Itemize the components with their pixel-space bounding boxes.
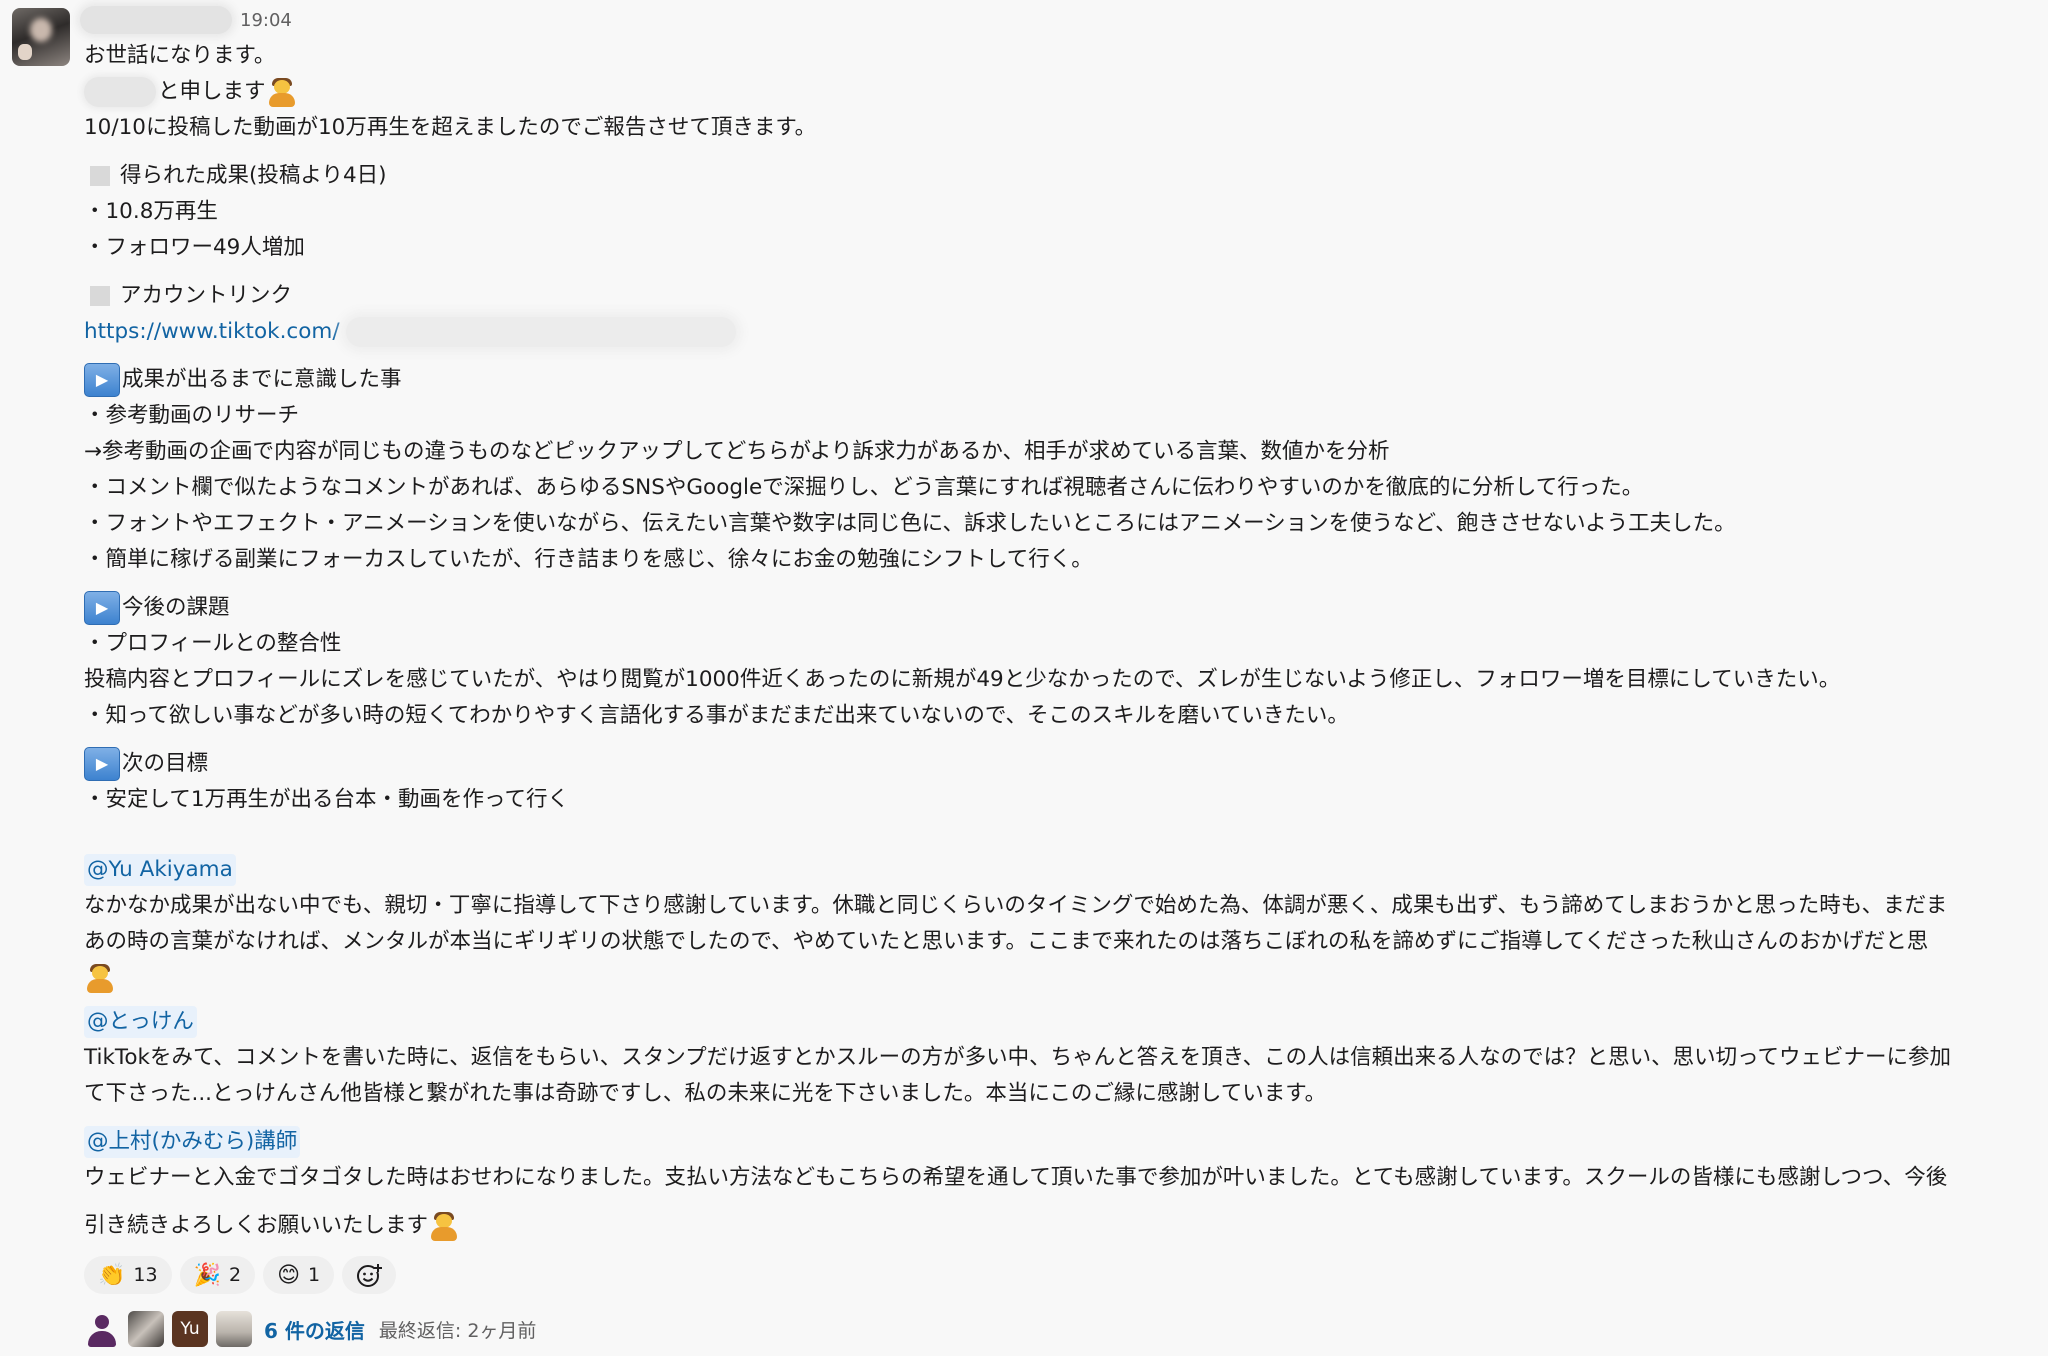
- message: 19:04 お世話になります。 と申します 10/10に投稿した動画が10万再生…: [0, 0, 2048, 1356]
- text-line: ・フォントやエフェクト・アニメーションを使いながら、伝えたい言葉や数字は同じ色に…: [84, 511, 1736, 536]
- section-heading: アカウントリンク: [84, 278, 2048, 314]
- text-line: ・10.8万再生: [84, 199, 218, 224]
- section-heading-text: 成果が出るまでに意識した事: [122, 367, 402, 392]
- message-header: 19:04: [80, 6, 292, 34]
- text-line: TikTokをみて、コメントを書いた時に、返信をもらい、スタンプだけ返すとかスル…: [84, 1045, 1952, 1070]
- text-line: ・知って欲しい事などが多い時の短くてわかりやすく言語化する事がまだまだ出来ていな…: [84, 703, 1349, 728]
- section-heading-text: アカウントリンク: [120, 283, 293, 308]
- smile-emoji-icon: 😊: [277, 1262, 301, 1288]
- text-line: お世話になります。: [84, 43, 276, 68]
- reaction-smile[interactable]: 😊 1: [263, 1256, 335, 1294]
- text-line: ・フォロワー49人増加: [84, 235, 305, 260]
- reaction-clap[interactable]: 👏 13: [84, 1256, 172, 1294]
- section-heading: 得られた成果(投稿より4日): [84, 158, 2048, 194]
- redacted-url: [345, 317, 736, 347]
- bowing-person-emoji: [266, 76, 298, 108]
- bowing-person-emoji: [428, 1210, 460, 1242]
- closing-text: 引き続きよろしくお願いいたします: [84, 1213, 429, 1238]
- message-body: お世話になります。 と申します 10/10に投稿した動画が10万再生を超えました…: [84, 38, 2048, 1244]
- user-mention[interactable]: @Yu Akiyama: [84, 854, 236, 886]
- reaction-count: 1: [308, 1264, 321, 1286]
- white-square-icon: [90, 286, 110, 306]
- text-line: [84, 960, 2048, 996]
- intro-text: と申します: [158, 79, 266, 104]
- sender-avatar[interactable]: [12, 8, 70, 66]
- section-heading: ▶ 成果が出るまでに意識した事: [84, 362, 2048, 398]
- tiktok-link[interactable]: https://www.tiktok.com/: [84, 314, 340, 350]
- mention-line: @とっけん: [84, 1004, 2048, 1040]
- reaction-count: 13: [133, 1264, 158, 1286]
- user-mention[interactable]: @とっけん: [84, 1006, 197, 1038]
- text-line: ウェビナーと入金でゴタゴタした時はおせわになりました。支払い方法などもこちらの希…: [84, 1165, 1948, 1190]
- text-line: https://www.tiktok.com/: [84, 314, 2048, 350]
- reaction-bar: 👏 13 🎉 2 😊 1: [84, 1256, 397, 1294]
- text-line: ・プロフィールとの整合性: [84, 631, 342, 656]
- reaction-count: 2: [229, 1264, 242, 1286]
- section-heading: ▶ 次の目標: [84, 746, 2048, 782]
- last-reply-time: 最終返信: 2ヶ月前: [378, 1319, 537, 1342]
- play-button-icon: ▶: [84, 591, 120, 625]
- text-line: ・安定して1万再生が出る台本・動画を作って行く: [84, 787, 569, 812]
- white-square-icon: [90, 166, 110, 186]
- text-line: 投稿内容とプロフィールにズレを感じていたが、やはり閲覧が1000件近くあったのに…: [84, 667, 1841, 692]
- text-line: →参考動画の企画で内容が同じもの違うものなどピックアップしてどちらがより訴求力が…: [84, 439, 1390, 464]
- add-reaction-button[interactable]: [342, 1256, 397, 1294]
- party-popper-emoji-icon: 🎉: [193, 1262, 221, 1288]
- text-line: 10/10に投稿した動画が10万再生を超えましたのでご報告させて頂きます。: [84, 115, 817, 140]
- section-heading: ▶ 今後の課題: [84, 590, 2048, 626]
- text-line: と申します: [84, 74, 2048, 110]
- redacted-name: [84, 77, 156, 107]
- text-line: て下さった...とっけんさん他皆様と繋がれた事は奇跡ですし、私の未来に光を下さい…: [84, 1081, 1327, 1106]
- thread-summary[interactable]: Yu 6 件の返信 最終返信: 2ヶ月前: [84, 1310, 536, 1348]
- add-emoji-icon: [357, 1264, 383, 1287]
- section-heading-text: 次の目標: [122, 751, 209, 776]
- text-line: ・参考動画のリサーチ: [84, 403, 300, 428]
- user-mention[interactable]: @上村(かみむら)講師: [84, 1126, 301, 1158]
- section-heading-text: 得られた成果(投稿より4日): [120, 163, 387, 188]
- sender-name-redacted[interactable]: [80, 6, 232, 34]
- play-button-icon: ▶: [84, 363, 120, 397]
- reply-avatar: [128, 1311, 164, 1347]
- reply-avatar: [216, 1311, 252, 1347]
- play-button-icon: ▶: [84, 747, 120, 781]
- reply-avatar-default: [84, 1311, 120, 1347]
- text-line: あの時の言葉がなければ、メンタルが本当にギリギリの状態でしたので、やめていたと思…: [84, 929, 1929, 954]
- reply-avatar-initials: Yu: [172, 1311, 208, 1347]
- text-line: ・コメント欄で似たようなコメントがあれば、あらゆるSNSやGoogleで深掘りし…: [84, 475, 1644, 500]
- mention-line: @Yu Akiyama: [84, 852, 2048, 888]
- text-line: 引き続きよろしくお願いいたします: [84, 1208, 2048, 1244]
- clap-emoji-icon: 👏: [98, 1262, 126, 1288]
- text-line: なかなか成果が出ない中でも、親切・丁寧に指導して下さり感謝しています。休職と同じ…: [84, 893, 1948, 918]
- reply-count-link[interactable]: 6 件の返信: [264, 1315, 365, 1344]
- message-timestamp[interactable]: 19:04: [240, 10, 292, 31]
- section-heading-text: 今後の課題: [122, 595, 230, 620]
- text-line: ・簡単に稼げる副業にフォーカスしていたが、行き詰まりを感じ、徐々にお金の勉強にシ…: [84, 547, 1093, 572]
- bowing-person-emoji: [84, 962, 116, 994]
- reaction-party[interactable]: 🎉 2: [179, 1256, 256, 1294]
- mention-line: @上村(かみむら)講師: [84, 1124, 2048, 1160]
